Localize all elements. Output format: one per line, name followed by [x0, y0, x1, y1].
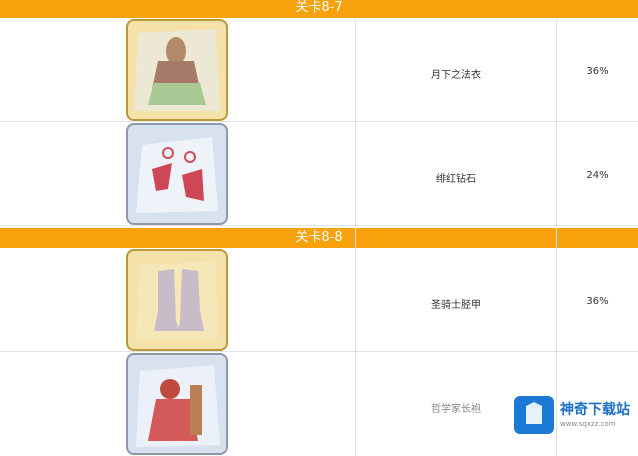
earring-icon — [126, 123, 228, 225]
box-logo-icon — [514, 396, 554, 434]
watermark-url: www.sqxzz.com — [560, 420, 616, 428]
site-watermark: 神奇下载站 www.sqxzz.com — [514, 396, 638, 436]
table-row: 月下之法衣 36% — [0, 18, 638, 122]
stage-header: 关卡8-8 — [0, 228, 638, 248]
red-robe-icon — [126, 353, 228, 455]
column-divider — [556, 20, 557, 456]
watermark-title: 神奇下载站 — [560, 402, 630, 418]
table-row: 绯红钻石 24% — [0, 122, 638, 226]
item-name: 月下之法衣 — [431, 70, 481, 81]
drop-rate: 36% — [586, 296, 609, 307]
boots-icon — [126, 249, 228, 351]
drop-rate: 24% — [586, 170, 609, 181]
stage-title: 关卡8-7 — [295, 0, 343, 15]
table-row: 圣骑士胫甲 36% — [0, 248, 638, 352]
stage-title: 关卡8-8 — [295, 230, 343, 245]
stage-header: 关卡8-7 — [0, 0, 638, 18]
drop-rate: 36% — [586, 66, 609, 77]
column-divider — [355, 20, 356, 456]
robe-icon — [126, 19, 228, 121]
item-name: 圣骑士胫甲 — [431, 300, 481, 311]
item-name: 绯红钻石 — [436, 174, 476, 185]
